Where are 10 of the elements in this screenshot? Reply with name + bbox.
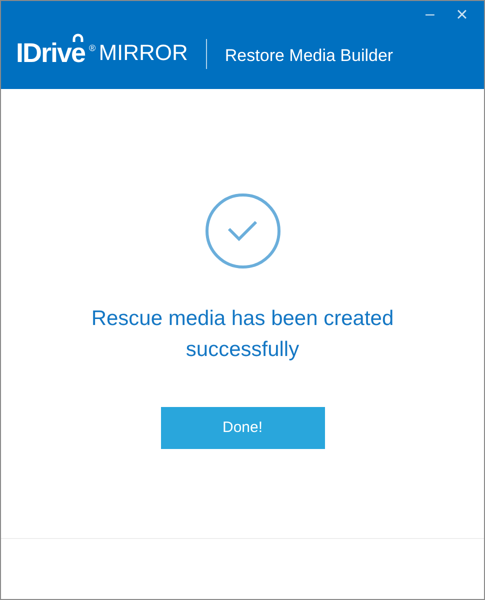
done-button[interactable]: Done! <box>160 407 324 449</box>
window-title: Restore Media Builder <box>224 47 394 64</box>
success-message: Rescue media has been created successfully <box>90 306 395 363</box>
check-circle-icon <box>204 192 282 270</box>
registered-mark: ® <box>89 44 96 53</box>
product-name: MIRROR <box>98 42 188 64</box>
brand-logo: IDrive <box>16 42 86 64</box>
minimize-button[interactable]: – <box>422 7 438 23</box>
close-button[interactable]: × <box>454 5 470 25</box>
lock-shackle-icon <box>72 33 84 42</box>
